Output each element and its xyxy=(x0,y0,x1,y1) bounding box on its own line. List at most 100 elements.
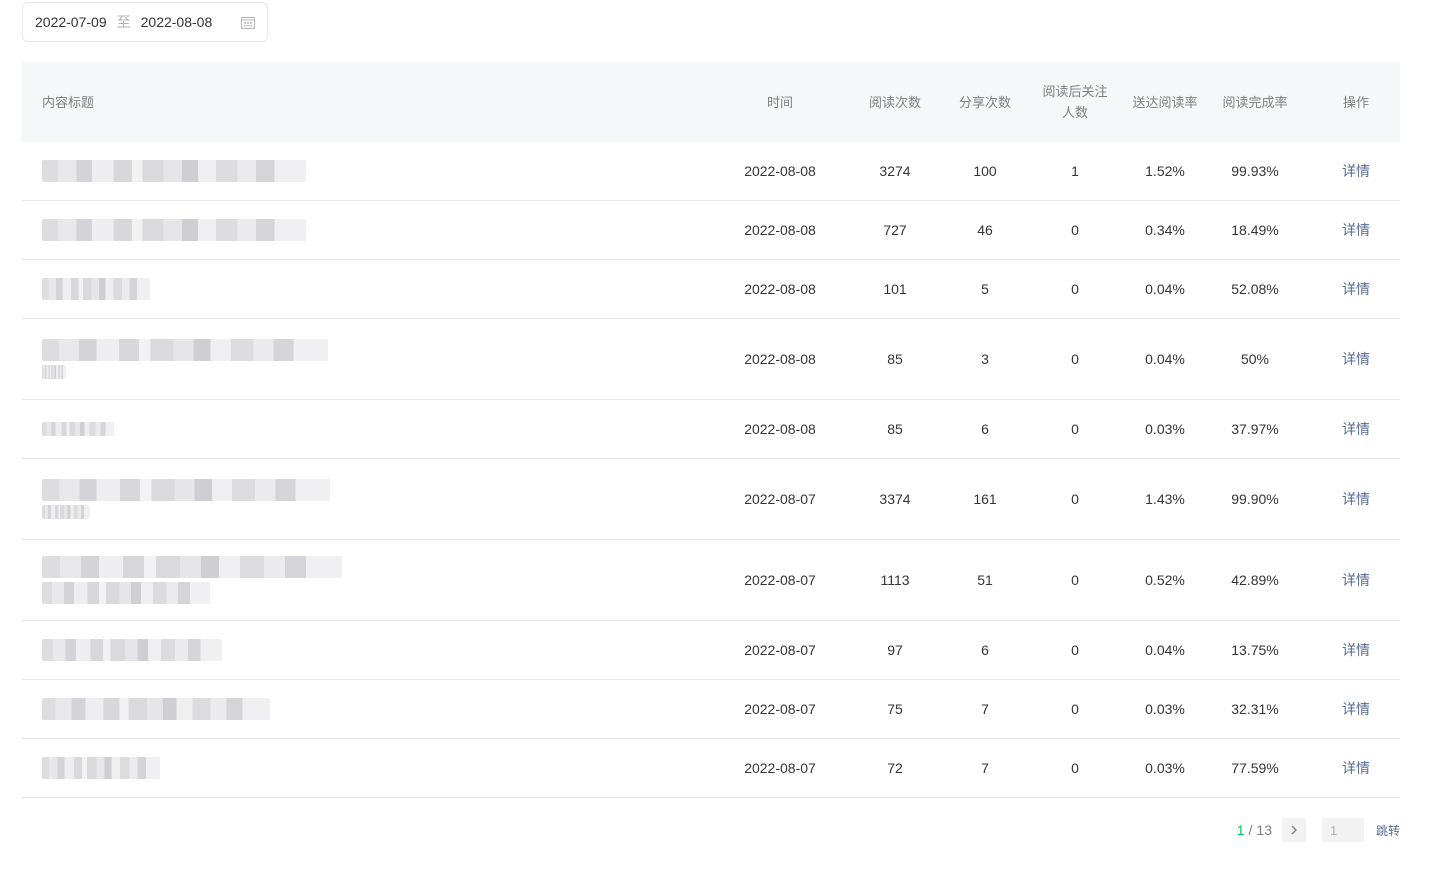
content-title-blurred[interactable] xyxy=(22,621,710,679)
next-page-button[interactable] xyxy=(1281,818,1306,842)
row-time: 2022-08-08 xyxy=(744,420,816,437)
row-time: 2022-08-08 xyxy=(744,221,816,238)
row-reads: 101 xyxy=(883,280,907,297)
row-time: 2022-08-08 xyxy=(744,350,816,367)
header-follows-line1: 阅读后关注 xyxy=(1042,84,1108,99)
row-completion-rate: 50% xyxy=(1240,350,1270,367)
detail-link[interactable]: 详情 xyxy=(1300,758,1400,779)
row-completion-rate: 52.08% xyxy=(1231,280,1279,297)
detail-link[interactable]: 详情 xyxy=(1300,161,1400,182)
date-separator: 至 xyxy=(116,14,131,30)
row-shares: 7 xyxy=(981,759,989,776)
row-follows: 0 xyxy=(1071,420,1079,437)
row-delivery-rate: 0.34% xyxy=(1145,221,1185,238)
end-date[interactable]: 2022-08-08 xyxy=(141,14,213,30)
content-title-blurred[interactable] xyxy=(22,459,710,539)
row-reads: 3374 xyxy=(879,490,911,507)
row-time: 2022-08-07 xyxy=(744,490,816,507)
page-slash: / xyxy=(1248,822,1253,838)
row-delivery-rate: 1.52% xyxy=(1145,162,1185,179)
calendar-icon[interactable] xyxy=(241,16,255,29)
row-completion-rate: 99.90% xyxy=(1231,490,1279,507)
detail-link[interactable]: 详情 xyxy=(1300,570,1400,591)
row-follows: 0 xyxy=(1071,490,1079,507)
row-shares: 6 xyxy=(981,420,989,437)
row-reads: 75 xyxy=(887,700,903,717)
row-shares: 5 xyxy=(981,280,989,297)
content-title-blurred[interactable] xyxy=(22,400,710,458)
content-title-blurred[interactable] xyxy=(22,201,710,259)
chevron-right-icon xyxy=(1291,825,1297,835)
row-follows: 0 xyxy=(1071,280,1079,297)
row-shares: 7 xyxy=(981,700,989,717)
detail-link[interactable]: 详情 xyxy=(1300,419,1400,440)
row-reads: 3274 xyxy=(879,162,911,179)
row-reads: 85 xyxy=(887,420,903,437)
row-delivery-rate: 0.04% xyxy=(1145,350,1185,367)
row-shares: 46 xyxy=(977,221,993,238)
detail-link[interactable]: 详情 xyxy=(1300,349,1400,370)
pagination: 1 / 13 跳转 xyxy=(1237,818,1400,842)
content-title-blurred[interactable] xyxy=(22,540,710,620)
row-follows: 0 xyxy=(1071,759,1079,776)
header-completion-rate: 阅读完成率 xyxy=(1222,94,1288,110)
jump-button[interactable]: 跳转 xyxy=(1376,822,1400,839)
content-title-blurred[interactable] xyxy=(22,680,710,738)
row-completion-rate: 18.49% xyxy=(1231,221,1279,238)
row-delivery-rate: 0.03% xyxy=(1145,759,1185,776)
date-range-picker[interactable]: 2022-07-09 至 2022-08-08 xyxy=(22,2,268,42)
row-time: 2022-08-07 xyxy=(744,571,816,588)
row-reads: 727 xyxy=(883,221,907,238)
row-reads: 85 xyxy=(887,350,903,367)
row-completion-rate: 77.59% xyxy=(1231,759,1279,776)
detail-link[interactable]: 详情 xyxy=(1300,220,1400,241)
header-follows: 阅读后关注 人数 xyxy=(1030,81,1120,123)
row-shares: 6 xyxy=(981,641,989,658)
detail-link[interactable]: 详情 xyxy=(1300,279,1400,300)
content-title-blurred[interactable] xyxy=(22,319,710,399)
row-shares: 161 xyxy=(973,490,997,507)
row-completion-rate: 13.75% xyxy=(1231,641,1279,658)
current-page: 1 xyxy=(1236,822,1245,838)
detail-link[interactable]: 详情 xyxy=(1300,640,1400,661)
row-shares: 51 xyxy=(977,571,993,588)
header-title: 内容标题 xyxy=(42,94,95,110)
header-follows-line2: 人数 xyxy=(1061,105,1088,120)
table-row: 2022-08-08 727 46 0 0.34% 18.49% 详情 xyxy=(22,201,1400,260)
row-follows: 0 xyxy=(1071,221,1079,238)
content-stats-table: 内容标题 时间 阅读次数 分享次数 阅读后关注 人数 送达阅读率 阅读完成率 操… xyxy=(22,62,1400,798)
table-row: 2022-08-07 97 6 0 0.04% 13.75% 详情 xyxy=(22,621,1400,680)
header-action: 操作 xyxy=(1342,94,1369,110)
row-delivery-rate: 0.04% xyxy=(1145,280,1185,297)
row-time: 2022-08-08 xyxy=(744,162,816,179)
content-title-blurred[interactable] xyxy=(22,739,710,797)
row-follows: 0 xyxy=(1071,350,1079,367)
table-row: 2022-08-07 3374 161 0 1.43% 99.90% 详情 xyxy=(22,459,1400,540)
content-title-blurred[interactable] xyxy=(22,260,710,318)
table-row: 2022-08-07 72 7 0 0.03% 77.59% 详情 xyxy=(22,739,1400,798)
detail-link[interactable]: 详情 xyxy=(1300,489,1400,510)
row-shares: 100 xyxy=(973,162,997,179)
start-date[interactable]: 2022-07-09 xyxy=(35,14,107,30)
table-row: 2022-08-08 3274 100 1 1.52% 99.93% 详情 xyxy=(22,142,1400,201)
header-delivery-rate: 送达阅读率 xyxy=(1132,94,1198,110)
row-delivery-rate: 1.43% xyxy=(1145,490,1185,507)
row-completion-rate: 99.93% xyxy=(1231,162,1279,179)
row-completion-rate: 37.97% xyxy=(1231,420,1279,437)
row-follows: 0 xyxy=(1071,700,1079,717)
row-follows: 0 xyxy=(1071,641,1079,658)
table-row: 2022-08-07 1113 51 0 0.52% 42.89% 详情 xyxy=(22,540,1400,621)
row-reads: 72 xyxy=(887,759,903,776)
page-number-input[interactable] xyxy=(1321,818,1364,842)
header-time: 时间 xyxy=(766,94,793,110)
header-shares: 分享次数 xyxy=(958,94,1011,110)
total-pages: 13 xyxy=(1256,822,1272,838)
row-time: 2022-08-07 xyxy=(744,759,816,776)
content-title-blurred[interactable] xyxy=(22,142,710,200)
row-follows: 0 xyxy=(1071,571,1079,588)
row-completion-rate: 32.31% xyxy=(1231,700,1279,717)
detail-link[interactable]: 详情 xyxy=(1300,699,1400,720)
header-reads: 阅读次数 xyxy=(868,94,921,110)
row-delivery-rate: 0.04% xyxy=(1145,641,1185,658)
table-row: 2022-08-08 101 5 0 0.04% 52.08% 详情 xyxy=(22,260,1400,319)
